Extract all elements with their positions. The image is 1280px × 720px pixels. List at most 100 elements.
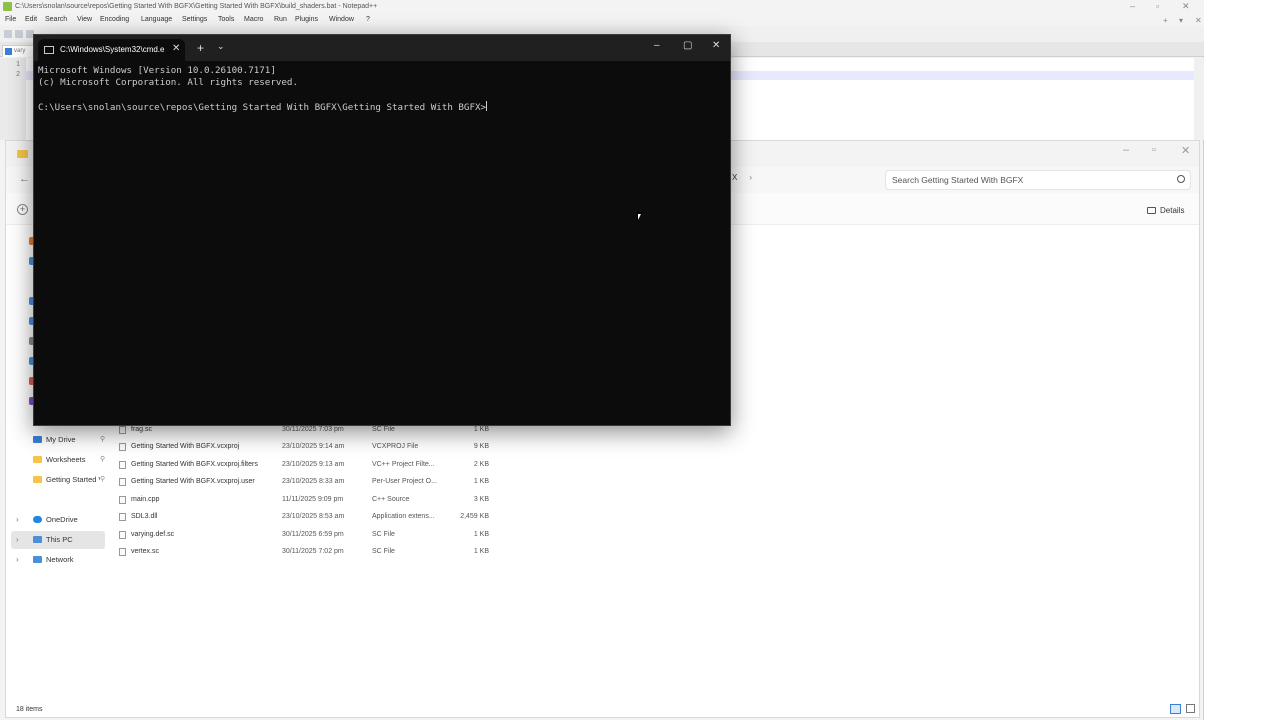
terminal-output[interactable]: Microsoft Windows [Version 10.0.26100.71… [38,65,726,113]
sidebar-item-network[interactable]: › Network [11,551,105,569]
vertical-scrollbar[interactable] [1194,58,1204,140]
menu-run[interactable]: Run [274,16,287,23]
file-row[interactable]: main.cpp 11/11/2025 9:09 pm C++ Source 3… [116,491,506,508]
menu-view[interactable]: View [77,16,92,23]
file-icon [119,443,126,451]
file-row[interactable]: Getting Started With BGFX.vcxproj.user 2… [116,473,506,490]
close-icon[interactable]: ✕ [1181,144,1190,157]
file-date: 30/11/2025 7:02 pm [282,548,344,555]
pin-icon: ⚲ [100,436,106,443]
tiles-view-icon[interactable] [1186,704,1195,713]
file-type: SC File [372,548,395,555]
menu-tools[interactable]: Tools [218,16,234,23]
file-row[interactable]: Getting Started With BGFX.vcxproj.filter… [116,456,506,473]
computer-icon [33,536,42,543]
mouse-pointer-fill [638,214,641,220]
search-input[interactable] [892,174,1162,186]
chevron-right-icon[interactable]: › [16,515,19,524]
search-icon[interactable] [1177,175,1185,183]
menu-search[interactable]: Search [45,16,67,23]
new-tab-icon[interactable]: + [197,41,204,55]
search-box[interactable] [885,170,1191,190]
menu-help[interactable]: ? [366,16,370,23]
details-label: Details [1160,206,1185,215]
terminal-line: Microsoft Windows [Version 10.0.26100.71… [38,65,276,76]
terminal-tab[interactable]: C:\Windows\System32\cmd.e ✕ [38,39,185,61]
minimize-icon[interactable]: – [1130,1,1135,11]
file-date: 30/11/2025 6:59 pm [282,531,344,538]
file-name: vertex.sc [131,548,160,555]
file-icon [5,48,12,55]
sidebar-item-onedrive[interactable]: › OneDrive [11,511,105,529]
notepadpp-titlebar: C:\Users\snolan\source\repos\Getting Sta… [0,0,1204,14]
terminal-line: (c) Microsoft Corporation. All rights re… [38,77,298,88]
minimize-icon[interactable]: – [654,40,660,51]
menu-macro[interactable]: Macro [244,16,263,23]
line-number-gutter: 1 2 [0,58,26,140]
menu-window[interactable]: Window [329,16,354,23]
file-type: SC File [372,531,395,538]
notepadpp-app-icon [3,2,12,11]
menu-edit[interactable]: Edit [25,16,37,23]
sidebar-item-this-pc[interactable]: › This PC [11,531,105,549]
notepadpp-title: C:\Users\snolan\source\repos\Getting Sta… [15,3,378,10]
terminal-window: C:\Windows\System32\cmd.e ✕ + ⌄ – ▢ ✕ Mi… [33,34,731,426]
drive-icon [33,436,42,443]
file-type: VCXPROJ File [372,443,419,450]
terminal-prompt-line[interactable]: C:\Users\snolan\source\repos\Getting Sta… [38,101,726,113]
file-name: varying.def.sc [131,531,175,538]
menu-file[interactable]: File [5,16,16,23]
file-icon [119,426,126,434]
toolbar-new-icon[interactable] [4,30,12,38]
file-date: 23/10/2025 8:33 am [282,478,345,485]
pin-icon: ⚲ [100,476,106,483]
status-item-count: 18 items [16,706,43,713]
close-doc-icon[interactable]: ✕ [1195,16,1202,25]
file-row[interactable]: vertex.sc 30/11/2025 7:02 pm SC File 1 K… [116,543,506,560]
file-row[interactable]: varying.def.sc 30/11/2025 6:59 pm SC Fil… [116,526,506,543]
maximize-icon[interactable]: ▫ [1156,1,1159,11]
sidebar-item-label: Getting Started V [46,475,100,484]
sidebar-item-worksheets[interactable]: Worksheets ⚲ [11,451,105,469]
chevron-right-icon[interactable]: › [749,173,752,182]
menu-encoding[interactable]: Encoding [100,16,129,23]
close-icon[interactable]: ✕ [712,40,720,51]
sidebar-item-my-drive[interactable]: My Drive ⚲ [11,431,105,449]
maximize-icon[interactable]: ▫ [1152,144,1156,156]
notepadpp-menubar: File Edit Search View Encoding Language … [0,14,1204,26]
file-row[interactable]: SDL3.dll 23/10/2025 8:53 am Application … [116,508,506,525]
line-number: 1 [16,61,20,68]
close-tab-icon[interactable]: ✕ [172,43,180,54]
network-icon [33,556,42,563]
toolbar-open-icon[interactable] [15,30,23,38]
terminal-tab-title: C:\Windows\System32\cmd.e [60,45,164,54]
file-icon [119,478,126,486]
file-row[interactable]: Getting Started With BGFX.vcxproj 23/10/… [116,438,506,455]
details-button[interactable]: Details [1147,206,1184,215]
folder-icon [33,476,42,483]
back-arrow-icon[interactable]: ← [19,173,30,185]
details-view-icon[interactable] [1170,704,1181,714]
menu-plugins[interactable]: Plugins [295,16,318,23]
close-icon[interactable]: ✕ [1182,1,1190,12]
new-tab-icon[interactable]: + [1163,16,1168,25]
tab-list-icon[interactable]: ▾ [1179,16,1183,25]
folder-icon [33,456,42,463]
new-item-icon[interactable]: + [17,204,28,215]
text-cursor [486,101,488,111]
file-date: 23/10/2025 9:13 am [282,461,345,468]
file-name: Getting Started With BGFX.vcxproj.user [131,478,255,485]
sidebar-item-getting-started[interactable]: Getting Started V ⚲ [11,471,105,489]
chevron-down-icon[interactable]: ⌄ [217,41,225,52]
sidebar-item-label: OneDrive [46,515,78,524]
address-bar[interactable]: X › [732,173,752,182]
file-icon [119,548,126,556]
menu-settings[interactable]: Settings [182,16,207,23]
maximize-icon[interactable]: ▢ [683,40,692,51]
chevron-right-icon[interactable]: › [16,535,19,544]
minimize-icon[interactable]: – [1123,144,1129,156]
chevron-right-icon[interactable]: › [16,555,19,564]
menu-language[interactable]: Language [141,16,172,23]
file-size: 1 KB [473,478,489,485]
